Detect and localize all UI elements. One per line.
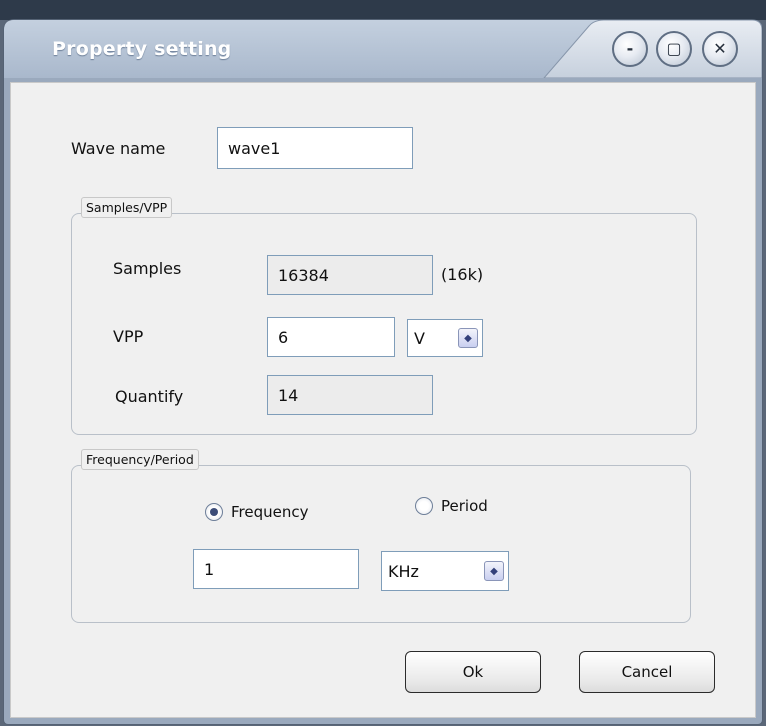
cancel-button[interactable]: Cancel: [579, 651, 715, 693]
frequency-period-group: [71, 465, 691, 623]
samples-field: 16384: [267, 255, 433, 295]
desktop-background: [0, 0, 766, 20]
dropdown-arrow-icon[interactable]: ◆: [484, 561, 504, 581]
samples-suffix: (16k): [441, 265, 484, 284]
title-bar[interactable]: Property setting - ▢ ✕: [4, 20, 762, 78]
period-radio[interactable]: [415, 497, 433, 515]
dropdown-arrow-icon[interactable]: ◆: [458, 328, 478, 348]
radio-selected-dot: [210, 508, 218, 516]
vpp-unit-select[interactable]: V ◆: [407, 319, 483, 357]
dialog-body: Wave name wave1 Samples/VPP Samples 1638…: [10, 82, 756, 718]
maximize-button[interactable]: ▢: [656, 31, 692, 67]
vpp-unit-value: V: [414, 328, 425, 348]
frequency-radio-label[interactable]: Frequency: [231, 503, 309, 521]
close-button[interactable]: ✕: [702, 31, 738, 67]
frequency-input[interactable]: 1: [193, 549, 359, 589]
vpp-input[interactable]: 6: [267, 317, 395, 357]
minimize-icon: -: [626, 39, 634, 58]
samples-vpp-legend: Samples/VPP: [81, 197, 173, 218]
quantify-label: Quantify: [115, 387, 184, 406]
vpp-label: VPP: [113, 327, 144, 346]
frequency-unit-select[interactable]: KHz ◆: [381, 551, 509, 591]
period-radio-label[interactable]: Period: [441, 497, 488, 515]
ok-button[interactable]: Ok: [405, 651, 541, 693]
frequency-unit-value: KHz: [388, 561, 419, 581]
minimize-button[interactable]: -: [612, 31, 648, 67]
frequency-period-legend: Frequency/Period: [81, 449, 199, 470]
frequency-radio[interactable]: [205, 503, 223, 521]
wave-name-label: Wave name: [71, 139, 166, 158]
quantify-field: 14: [267, 375, 433, 415]
maximize-icon: ▢: [666, 39, 682, 58]
property-dialog: Property setting - ▢ ✕ Wave name wave1 S…: [4, 20, 762, 724]
wave-name-input[interactable]: wave1: [217, 127, 413, 169]
close-icon: ✕: [713, 39, 727, 58]
window-title: Property setting: [52, 38, 232, 60]
samples-label: Samples: [113, 259, 182, 278]
